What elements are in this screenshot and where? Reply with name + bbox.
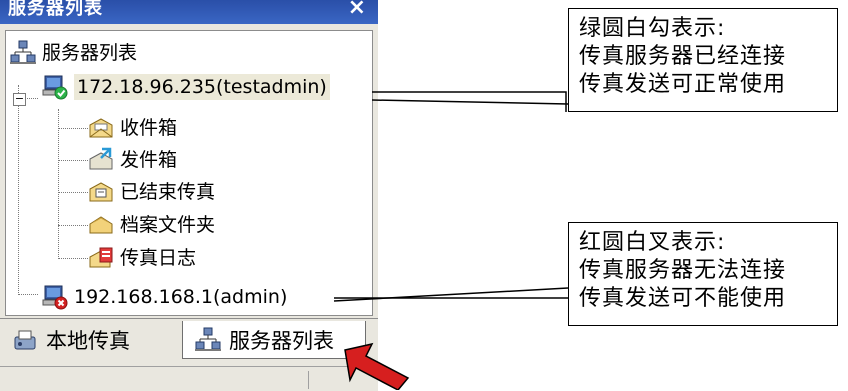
callout-leader-disconnected-2 xyxy=(333,287,569,302)
red-arrow-icon xyxy=(344,342,410,390)
callout-leader-connected-2 xyxy=(371,99,569,105)
annotation-overlay xyxy=(333,91,569,390)
